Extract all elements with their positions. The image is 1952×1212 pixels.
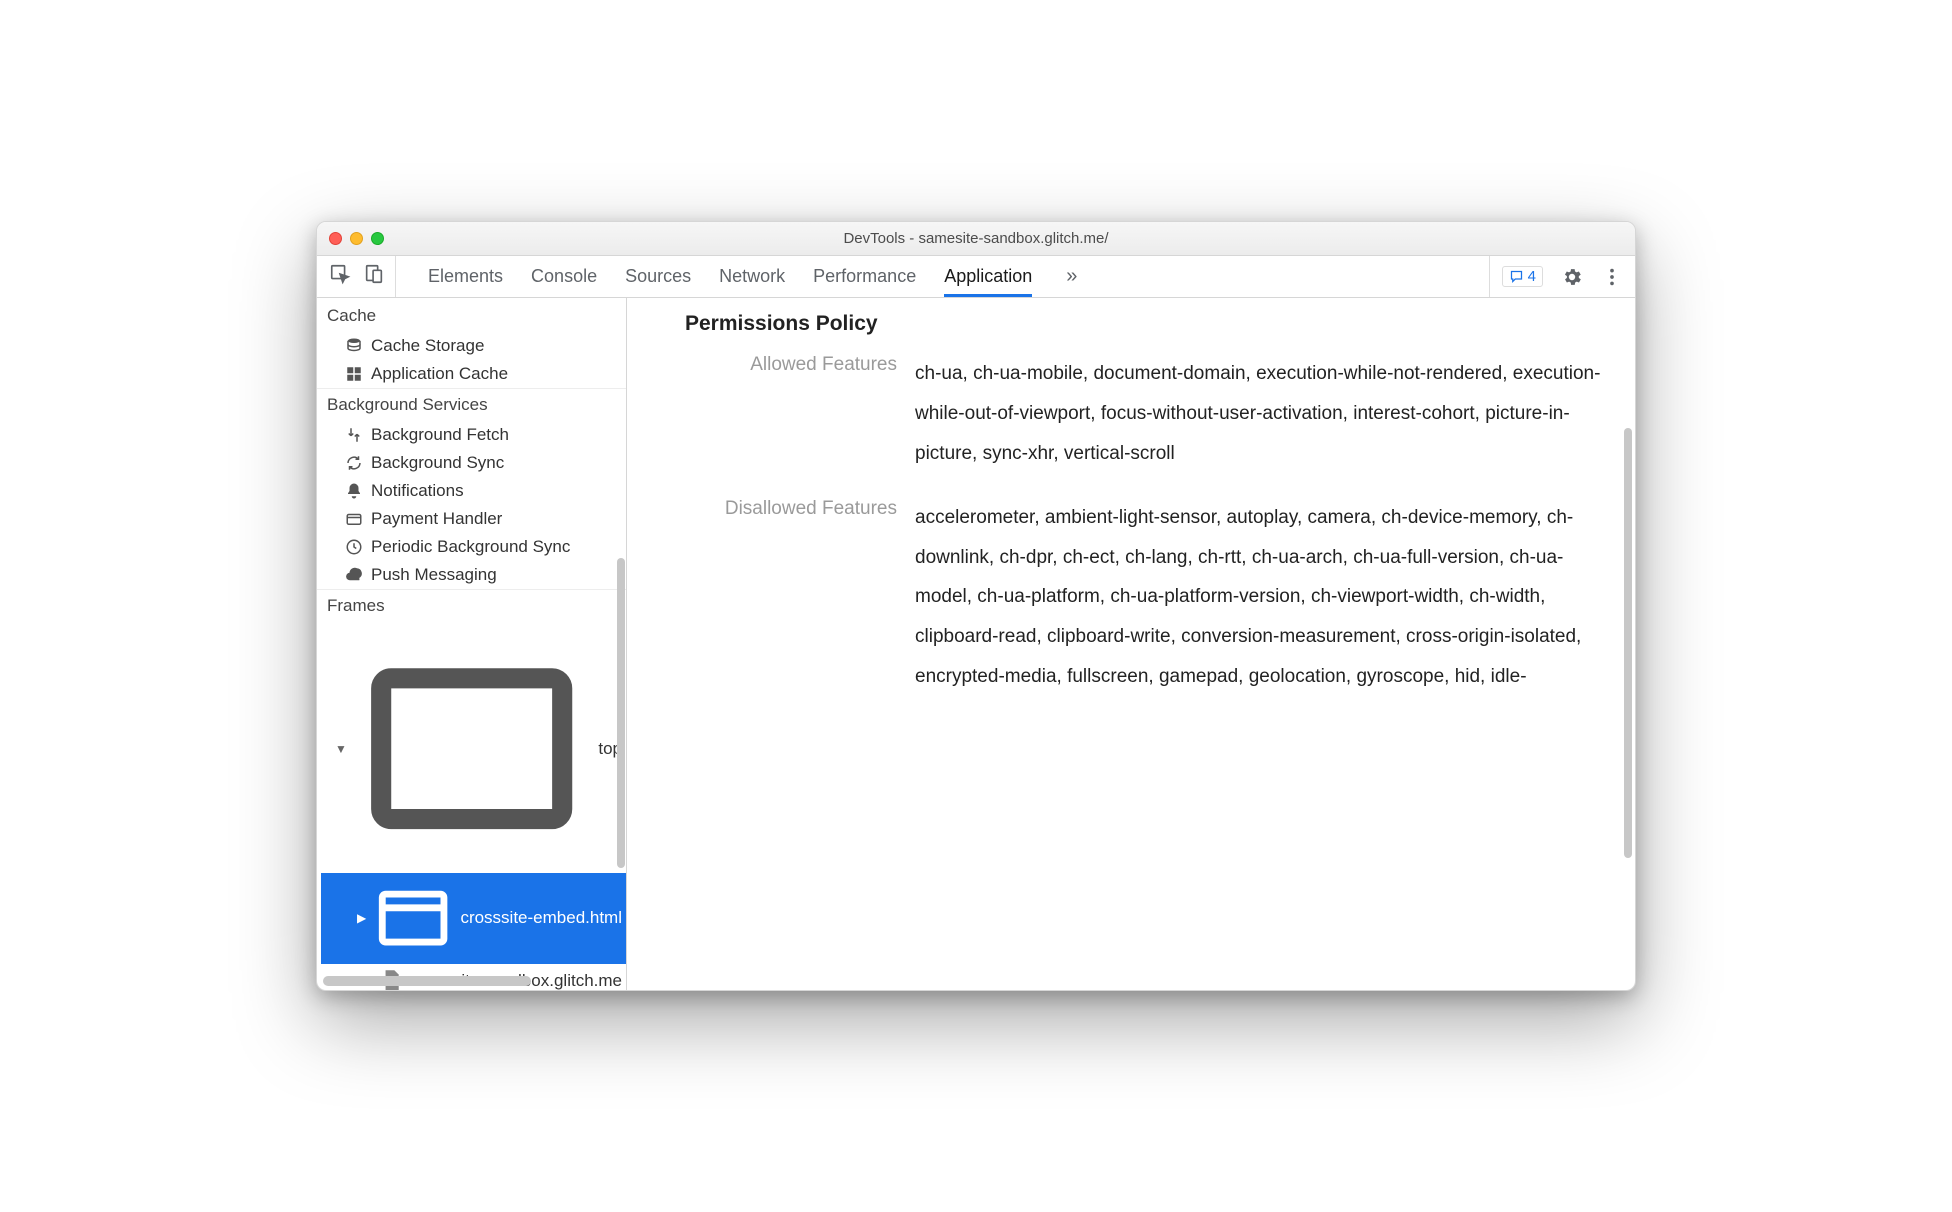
allowed-features-row: Allowed Features ch-ua, ch-ua-mobile, do…: [655, 354, 1607, 474]
tab-bar: Elements Console Sources Network Perform…: [428, 256, 1481, 297]
device-toggle-icon[interactable]: [363, 263, 385, 290]
sidebar-item-label: Background Fetch: [371, 425, 509, 445]
sidebar-item-label: Payment Handler: [371, 509, 502, 529]
disallowed-features-value: accelerometer, ambient-light-sensor, aut…: [915, 498, 1607, 697]
sidebar-item-label: Periodic Background Sync: [371, 537, 570, 557]
tab-performance[interactable]: Performance: [813, 256, 916, 297]
sidebar-item-background-fetch[interactable]: Background Fetch: [317, 421, 626, 449]
sidebar-item-periodic-background-sync[interactable]: Periodic Background Sync: [317, 533, 626, 561]
sidebar-horizontal-scrollbar-track: [323, 976, 620, 986]
sidebar-item-application-cache[interactable]: Application Cache: [317, 360, 626, 388]
more-tabs-icon[interactable]: »: [1060, 256, 1083, 297]
tab-sources[interactable]: Sources: [625, 256, 691, 297]
sidebar-item-label: Background Sync: [371, 453, 504, 473]
tab-application[interactable]: Application: [944, 256, 1032, 297]
tab-elements[interactable]: Elements: [428, 256, 503, 297]
sidebar-item-cache-storage[interactable]: Cache Storage: [317, 332, 626, 360]
content-pane: Permissions Policy Allowed Features ch-u…: [627, 298, 1635, 990]
disclosure-triangle-icon[interactable]: ▼: [335, 742, 345, 756]
frames-tree: ▼ top ▶ crosssite-embed.html samesite-sa…: [317, 622, 626, 990]
window-controls: [329, 232, 384, 245]
disallowed-features-label: Disallowed Features: [655, 498, 915, 697]
tree-row-crosssite-embed[interactable]: ▶ crosssite-embed.html: [321, 873, 626, 963]
disclosure-triangle-icon[interactable]: ▶: [357, 911, 366, 925]
close-window-button[interactable]: [329, 232, 342, 245]
main-area: Cache Cache Storage Application Cache Ba…: [317, 298, 1635, 990]
sidebar-item-payment-handler[interactable]: Payment Handler: [317, 505, 626, 533]
sidebar-item-push-messaging[interactable]: Push Messaging: [317, 561, 626, 589]
sidebar-item-label: Notifications: [371, 481, 464, 501]
tab-network[interactable]: Network: [719, 256, 785, 297]
tab-console[interactable]: Console: [531, 256, 597, 297]
sidebar-item-label: Application Cache: [371, 364, 508, 384]
window-title: DevTools - samesite-sandbox.glitch.me/: [317, 230, 1635, 247]
toolbar-left-group: [329, 256, 396, 297]
sidebar-item-label: Push Messaging: [371, 565, 497, 585]
toolbar-right-group: 4: [1489, 256, 1623, 297]
settings-icon[interactable]: [1561, 266, 1583, 288]
more-options-icon[interactable]: [1601, 266, 1623, 288]
inspect-element-icon[interactable]: [329, 263, 351, 290]
zoom-window-button[interactable]: [371, 232, 384, 245]
sidebar-item-label: Cache Storage: [371, 336, 484, 356]
minimize-window-button[interactable]: [350, 232, 363, 245]
content-vertical-scrollbar[interactable]: [1624, 428, 1632, 858]
sidebar-horizontal-scrollbar[interactable]: [323, 976, 531, 986]
sidebar: Cache Cache Storage Application Cache Ba…: [317, 298, 627, 990]
sidebar-item-background-sync[interactable]: Background Sync: [317, 449, 626, 477]
section-bg-title: Background Services: [317, 388, 626, 421]
permissions-policy-heading: Permissions Policy: [685, 312, 1607, 336]
disallowed-features-row: Disallowed Features accelerometer, ambie…: [655, 498, 1607, 697]
messages-count: 4: [1528, 268, 1536, 285]
section-frames-title: Frames: [317, 589, 626, 622]
sidebar-vertical-scrollbar[interactable]: [617, 558, 625, 868]
toolbar: Elements Console Sources Network Perform…: [317, 256, 1635, 298]
allowed-features-label: Allowed Features: [655, 354, 915, 474]
tree-row-label: crosssite-embed.html: [460, 908, 622, 928]
allowed-features-value: ch-ua, ch-ua-mobile, document-domain, ex…: [915, 354, 1607, 474]
sidebar-item-notifications[interactable]: Notifications: [317, 477, 626, 505]
devtools-window: DevTools - samesite-sandbox.glitch.me/ E…: [316, 221, 1636, 991]
tree-row-top[interactable]: ▼ top: [321, 624, 626, 873]
section-cache-title: Cache: [317, 298, 626, 332]
titlebar: DevTools - samesite-sandbox.glitch.me/: [317, 222, 1635, 256]
messages-badge[interactable]: 4: [1502, 266, 1543, 287]
